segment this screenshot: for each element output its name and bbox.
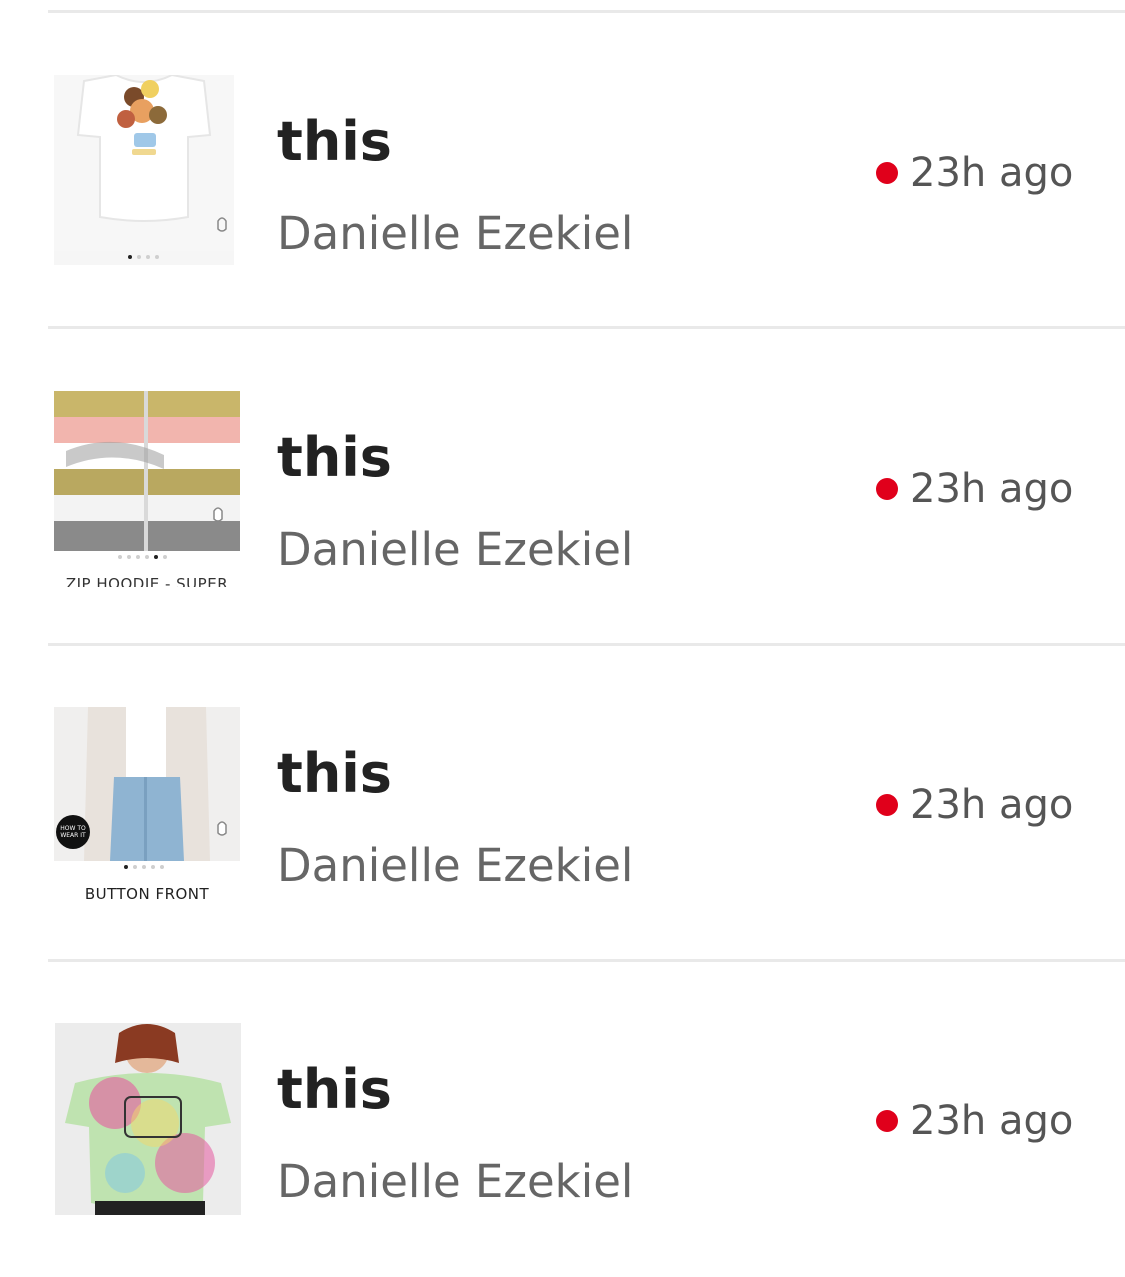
product-thumbnail: HOW TO WEAR IT BUTTON FRONT xyxy=(54,707,240,907)
item-author: Danielle Ezekiel xyxy=(277,839,634,892)
product-thumbnail: ZIP HOODIE - SUPER xyxy=(54,391,240,587)
item-author: Danielle Ezekiel xyxy=(277,1155,634,1208)
tie-dye-tee-image xyxy=(55,1023,241,1215)
unread-dot-icon xyxy=(876,1110,898,1132)
item-timestamp: 23h ago xyxy=(876,469,1073,509)
tshirt-image xyxy=(54,75,234,251)
list-item[interactable]: ZIP HOODIE - SUPER this Danielle Ezekiel… xyxy=(0,329,1125,645)
item-timestamp: 23h ago xyxy=(876,153,1073,193)
thumbnail-caption: BUTTON FRONT xyxy=(84,885,210,903)
unread-dot-icon xyxy=(876,794,898,816)
unread-dot-icon xyxy=(876,478,898,500)
list-item[interactable]: this Danielle Ezekiel 23h ago xyxy=(0,13,1125,329)
unread-dot-icon xyxy=(876,162,898,184)
item-author: Danielle Ezekiel xyxy=(277,523,634,576)
item-title: this xyxy=(277,110,392,173)
item-timestamp: 23h ago xyxy=(876,1101,1073,1141)
thumbnail-caption: ZIP HOODIE - SUPER xyxy=(65,575,229,587)
item-author: Danielle Ezekiel xyxy=(277,207,634,260)
list-item[interactable]: this Danielle Ezekiel 23h ago xyxy=(0,961,1125,1277)
product-thumbnail xyxy=(55,1023,241,1215)
carousel-dots xyxy=(118,555,167,559)
item-timestamp: 23h ago xyxy=(876,785,1073,825)
list-item[interactable]: HOW TO WEAR IT BUTTON FRONT this Daniell… xyxy=(0,645,1125,961)
hand-icon xyxy=(217,821,227,836)
item-title: this xyxy=(277,1058,392,1121)
item-title: this xyxy=(277,426,392,489)
notification-list: this Danielle Ezekiel 23h ago ZIP HOODIE… xyxy=(0,0,1125,1247)
striped-hoodie-image xyxy=(54,391,240,551)
carousel-dots xyxy=(124,865,164,869)
how-to-wear-badge[interactable]: HOW TO WEAR IT xyxy=(56,815,90,849)
item-title: this xyxy=(277,742,392,805)
carousel-dots xyxy=(128,255,159,259)
hand-icon xyxy=(213,507,223,522)
product-thumbnail xyxy=(54,75,234,265)
